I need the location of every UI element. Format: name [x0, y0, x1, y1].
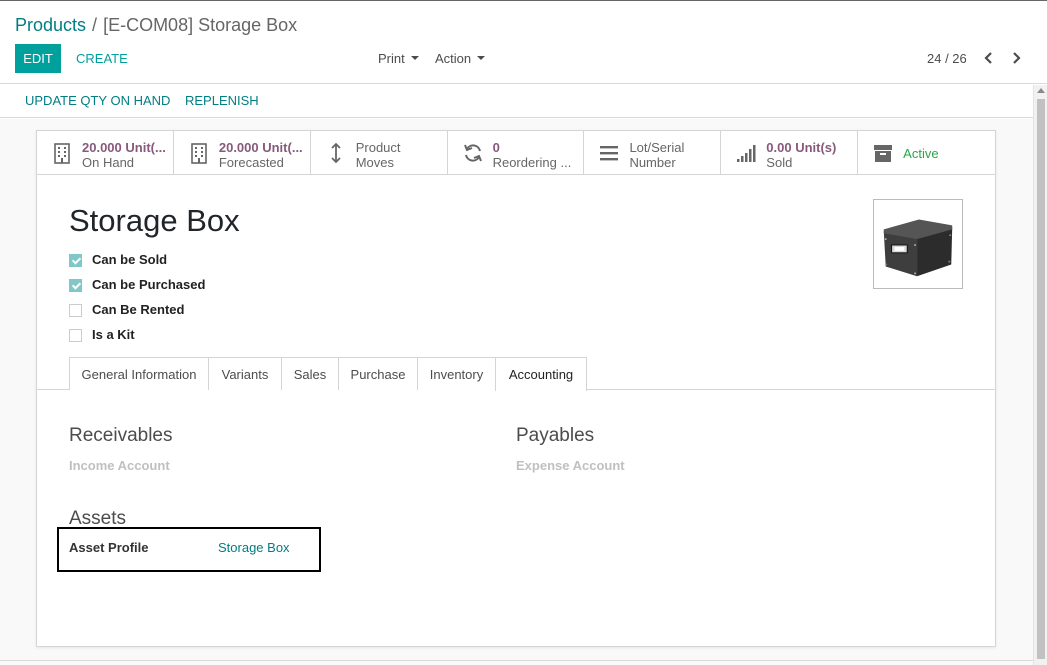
breadcrumb-separator: / — [92, 15, 98, 35]
tab-sales[interactable]: Sales — [281, 357, 339, 390]
on-hand-button[interactable]: 20.000 Unit(... On Hand — [37, 131, 174, 175]
building-icon — [51, 142, 73, 164]
control-panel: Products / [E-COM08] Storage Box EDIT CREA… — [0, 1, 1047, 84]
tab-inventory[interactable]: Inventory — [417, 357, 496, 390]
product-moves-line1: Product — [355, 140, 401, 155]
smart-button-box: 20.000 Unit(... On Hand 20.000 Unit(... Fo… — [37, 131, 995, 175]
chevron-right-icon[interactable] — [1009, 51, 1023, 65]
income-account-label: Income Account — [69, 458, 170, 473]
is-a-kit-label: Is a Kit — [92, 327, 135, 342]
notebook-tabs: General Information Variants Sales Purch… — [37, 357, 995, 391]
receivables-title: Receivables — [69, 425, 173, 446]
chevron-left-icon[interactable] — [982, 51, 996, 65]
vertical-scrollbar[interactable] — [1033, 85, 1047, 665]
arrows-vertical-icon — [325, 142, 347, 164]
tab-variants[interactable]: Variants — [208, 357, 282, 390]
scrollbar-thumb[interactable] — [1037, 99, 1045, 659]
sold-button[interactable]: 0.00 Unit(s) Sold — [721, 131, 859, 175]
pager-value[interactable]: 24 / 26 — [927, 44, 967, 73]
sold-value: 0.00 Unit(s) — [766, 140, 837, 155]
reordering-button[interactable]: 0 Reordering ... — [448, 131, 585, 175]
asset-profile-label: Asset Profile — [69, 540, 149, 555]
scroll-up-arrow-icon[interactable] — [1037, 88, 1045, 93]
lot-serial-button[interactable]: Lot/Serial Number — [584, 131, 722, 175]
archive-box-icon — [872, 142, 894, 164]
product-image[interactable] — [873, 199, 963, 289]
can-be-rented-label: Can Be Rented — [92, 302, 185, 317]
product-moves-line2: Moves — [355, 155, 395, 170]
form-statusbar: UPDATE QTY ON HAND REPLENISH — [0, 85, 1033, 118]
building-icon — [188, 142, 210, 164]
bottom-divider — [0, 660, 1033, 661]
caret-down-icon — [477, 55, 486, 60]
on-hand-label: On Hand — [82, 155, 135, 170]
update-qty-button[interactable]: UPDATE QTY ON HAND — [25, 93, 170, 108]
edit-button[interactable]: EDIT — [15, 44, 61, 73]
product-moves-button[interactable]: Product Moves — [311, 131, 448, 175]
breadcrumb-products-link[interactable]: Products — [15, 15, 86, 35]
tab-general-information[interactable]: General Information — [69, 357, 209, 390]
product-name[interactable]: Storage Box — [69, 203, 240, 239]
expense-account-label: Expense Account — [516, 458, 625, 473]
refresh-icon — [462, 142, 484, 164]
active-label: Active — [903, 146, 939, 161]
print-dropdown[interactable]: Print — [378, 44, 419, 73]
breadcrumb-current: [E-COM08] Storage Box — [103, 15, 298, 35]
action-label: Action — [435, 51, 472, 66]
can-be-sold-checkbox[interactable] — [69, 254, 82, 267]
is-a-kit-checkbox[interactable] — [69, 329, 82, 342]
create-button[interactable]: CREATE — [76, 44, 128, 73]
signal-bars-icon — [735, 142, 757, 164]
active-toggle-button[interactable]: Active — [858, 131, 995, 175]
forecasted-label: Forecasted — [218, 155, 284, 170]
can-be-purchased-label: Can be Purchased — [92, 277, 206, 292]
reordering-value: 0 — [492, 140, 500, 155]
forecasted-value: 20.000 Unit(... — [218, 140, 303, 155]
sold-label: Sold — [766, 155, 793, 170]
lot-serial-line1: Lot/Serial — [629, 140, 685, 155]
reordering-label: Reordering ... — [492, 155, 572, 170]
tab-purchase[interactable]: Purchase — [338, 357, 418, 390]
on-hand-value: 20.000 Unit(... — [82, 140, 166, 155]
asset-profile-link[interactable]: Storage Box — [218, 540, 290, 555]
caret-down-icon — [410, 55, 419, 60]
replenish-button[interactable]: REPLENISH — [185, 93, 259, 108]
can-be-rented-checkbox[interactable] — [69, 304, 82, 317]
can-be-sold-label: Can be Sold — [92, 252, 168, 267]
payables-title: Payables — [516, 425, 595, 446]
lot-serial-line2: Number — [629, 155, 676, 170]
forecasted-button[interactable]: 20.000 Unit(... Forecasted — [174, 131, 311, 175]
can-be-purchased-checkbox[interactable] — [69, 279, 82, 292]
breadcrumb: Products / [E-COM08] Storage Box — [15, 15, 297, 36]
action-dropdown[interactable]: Action — [435, 44, 486, 73]
list-icon — [598, 142, 620, 164]
tab-accounting[interactable]: Accounting — [495, 357, 587, 391]
print-label: Print — [378, 51, 405, 66]
